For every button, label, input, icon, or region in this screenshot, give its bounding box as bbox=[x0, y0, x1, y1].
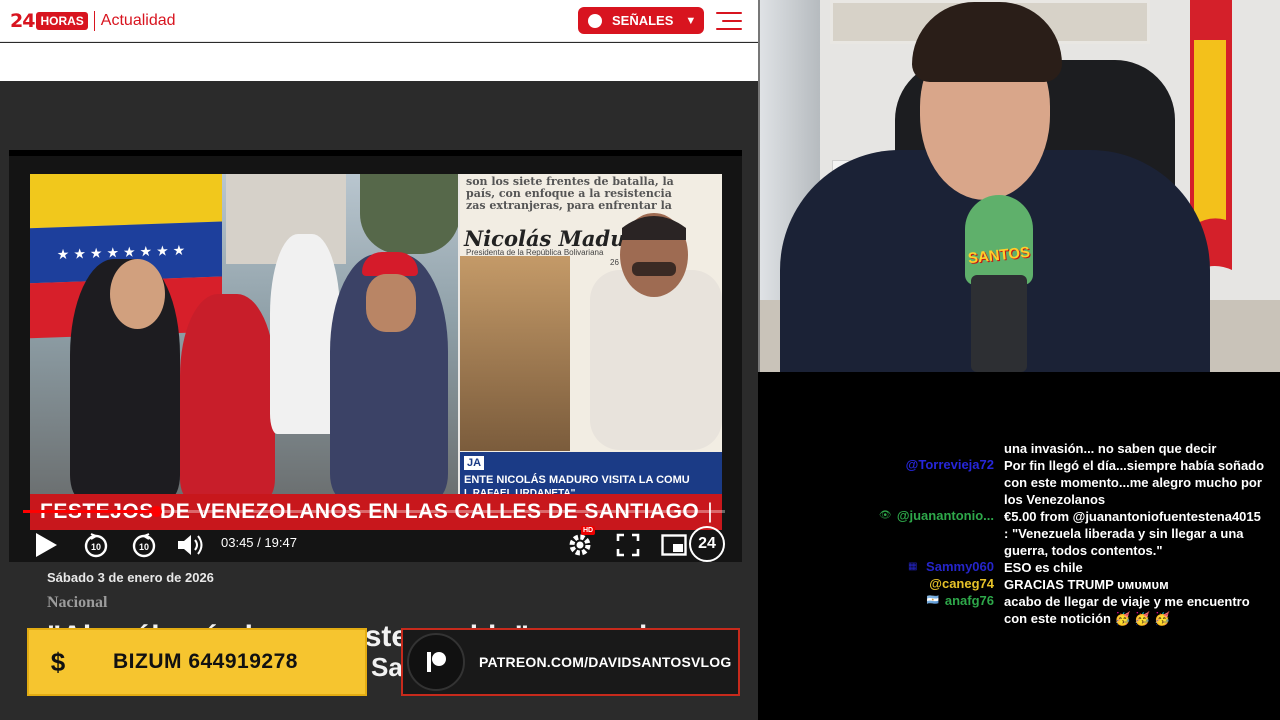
chat-messages: una invasión... no saben que decir @Torre… bbox=[758, 440, 1280, 627]
user-badge-icon: 🇦🇷 bbox=[926, 595, 940, 606]
live-chat: una invasión... no saben que decir @Torre… bbox=[758, 372, 1280, 720]
chat-message: 🇦🇷 anafg76 acabo de llegar de viaje y me e… bbox=[758, 593, 1280, 627]
headline-tail: Sa bbox=[371, 652, 403, 682]
news-inset: son los siete frentes de batalla, la paí… bbox=[460, 174, 722, 498]
bizum-banner: $ BIZUM 644919278 bbox=[27, 628, 367, 696]
red-jersey-fan bbox=[180, 294, 275, 498]
play-button[interactable] bbox=[31, 530, 61, 560]
duration: 19:47 bbox=[264, 535, 297, 550]
screen: 24 HORAS Actualidad SEÑALES ▼ ★★★★★★★★ s… bbox=[0, 0, 1280, 720]
forward-10-icon: 10 bbox=[132, 533, 156, 558]
chat-username[interactable]: @juanantonio... bbox=[897, 508, 994, 523]
chat-message: @caneg74 GRACIAS TRUMP ᴜᴍᴜᴍᴜᴍ bbox=[758, 576, 1280, 593]
patreon-icon bbox=[407, 633, 465, 691]
chat-username[interactable]: @Torrevieja72 bbox=[906, 457, 994, 472]
chevron-down-icon: ▼ bbox=[685, 14, 697, 27]
current-time: 03:45 bbox=[221, 535, 254, 550]
live-dot-icon bbox=[588, 13, 602, 28]
article-date: Sábado 3 de enero de 2026 bbox=[47, 570, 214, 585]
chat-message-text: Por fin llegó el día...siempre había soñ… bbox=[1004, 458, 1265, 507]
volume-button[interactable] bbox=[173, 530, 207, 560]
microphone: SANTOS bbox=[965, 195, 1033, 372]
pip-button[interactable] bbox=[659, 530, 689, 560]
article-section[interactable]: Nacional bbox=[47, 594, 107, 612]
signals-label: SEÑALES bbox=[612, 13, 674, 28]
lower-third-line-1: ENTE NICOLÁS MADURO VISITA LA COMU bbox=[464, 474, 690, 486]
man-in-white-shirt bbox=[590, 213, 722, 450]
chat-message: ▦ Sammy060 ESO es chile bbox=[758, 559, 1280, 576]
chat-username[interactable]: anafg76 bbox=[945, 593, 994, 608]
hd-badge: HD bbox=[581, 526, 596, 535]
chat-message: una invasión... no saben que decir bbox=[758, 440, 1280, 457]
progress-fill bbox=[23, 510, 157, 513]
video-player[interactable]: ★★★★★★★★ son los siete frentes de batall… bbox=[9, 150, 742, 562]
user-badge-icon: ▦ bbox=[908, 561, 918, 572]
site-header: 24 HORAS Actualidad SEÑALES ▼ bbox=[0, 0, 758, 42]
webcam-feed: SANTOS bbox=[758, 0, 1280, 372]
skip-back-label: 10 bbox=[91, 542, 101, 552]
user-badge-icon: 👁 bbox=[878, 510, 892, 521]
chat-message: 👁 @juanantonio... €5.00 from @juanantoniof… bbox=[758, 508, 1280, 559]
section-link[interactable]: Actualidad bbox=[101, 12, 176, 30]
chat-message-text: una invasión... no saben que decir bbox=[1004, 441, 1217, 456]
tree bbox=[360, 174, 458, 254]
speaker-icon bbox=[178, 535, 203, 555]
chat-message-text: ESO es chile bbox=[1004, 560, 1083, 575]
chat-username[interactable]: Sammy060 bbox=[926, 559, 994, 574]
bizum-label: BIZUM 644919278 bbox=[113, 650, 298, 673]
hamburger-menu-icon[interactable] bbox=[716, 11, 742, 31]
fullscreen-button[interactable] bbox=[613, 530, 643, 560]
video-frame[interactable]: ★★★★★★★★ son los siete frentes de batall… bbox=[30, 174, 722, 498]
skip-forward-button[interactable]: 10 bbox=[129, 530, 159, 560]
chat-message-text: GRACIAS TRUMP ᴜᴍᴜᴍᴜᴍ bbox=[1004, 577, 1169, 592]
chat-message-text: €5.00 from @juanantoniofuentestena4015 :… bbox=[1004, 509, 1261, 558]
lower-third: JA ENTE NICOLÁS MADURO VISITA LA COMU L … bbox=[460, 452, 722, 498]
chat-username[interactable]: @caneg74 bbox=[929, 576, 994, 591]
signals-button[interactable]: SEÑALES ▼ bbox=[578, 7, 704, 34]
skip-forward-label: 10 bbox=[139, 542, 149, 552]
mic-windscreen bbox=[965, 195, 1033, 285]
logo-word[interactable]: HORAS bbox=[36, 11, 88, 30]
browser-pane: 24 HORAS Actualidad SEÑALES ▼ ★★★★★★★★ s… bbox=[0, 0, 758, 720]
street-scene: ★★★★★★★★ bbox=[30, 174, 458, 498]
header-spacer bbox=[0, 43, 758, 81]
logo-divider bbox=[93, 10, 95, 31]
progress-bar[interactable] bbox=[23, 506, 725, 517]
logo-number[interactable]: 24 bbox=[10, 10, 35, 32]
fullscreen-icon bbox=[616, 533, 640, 557]
play-icon bbox=[36, 533, 57, 557]
skip-back-button[interactable]: 10 bbox=[81, 530, 111, 560]
player-controls: 10 10 03:45 / 19:47 HD 24 bbox=[23, 524, 733, 564]
gear-icon bbox=[569, 534, 591, 556]
woman-face bbox=[110, 259, 165, 329]
patreon-label: PATREON.COM/DAVIDSANTOSVLOG bbox=[479, 654, 732, 670]
mic-body bbox=[971, 275, 1027, 372]
channel-logo[interactable]: 24 bbox=[689, 526, 725, 562]
red-cap bbox=[362, 252, 418, 276]
dollar-icon: $ bbox=[50, 646, 66, 677]
time-display: 03:45 / 19:47 bbox=[221, 535, 297, 550]
patreon-banner: PATREON.COM/DAVIDSANTOSVLOG bbox=[401, 628, 740, 696]
chat-message-text: acabo de llegar de viaje y me encuentro … bbox=[1004, 594, 1250, 626]
man-face bbox=[366, 274, 416, 332]
lower-third-tag: JA bbox=[464, 456, 485, 470]
chat-message: @Torrevieja72 Por fin llegó el día...siem… bbox=[758, 457, 1280, 508]
rewind-10-icon: 10 bbox=[84, 533, 108, 558]
time-separator: / bbox=[253, 535, 265, 550]
picture-in-picture-icon bbox=[661, 534, 687, 556]
